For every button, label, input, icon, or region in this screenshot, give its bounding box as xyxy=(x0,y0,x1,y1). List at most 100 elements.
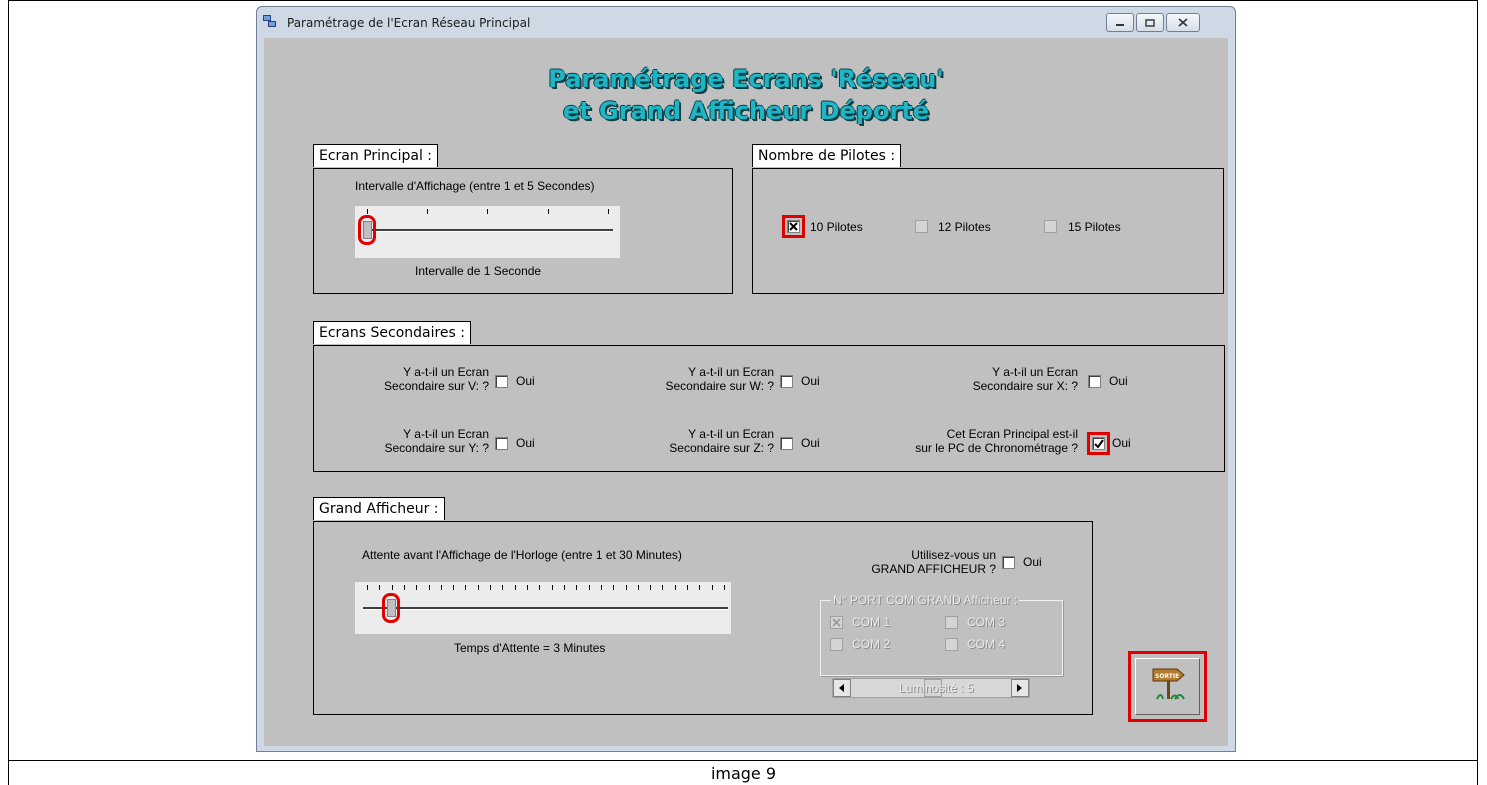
wait-tick xyxy=(588,585,590,590)
wait-tick xyxy=(699,585,701,590)
wait-tick xyxy=(563,585,565,590)
secondaire-y-checkbox[interactable] xyxy=(495,437,508,450)
com3-checkbox[interactable] xyxy=(945,616,958,629)
secondaire-y-oui: Oui xyxy=(516,436,535,450)
wait-tick xyxy=(379,585,381,590)
window-client: Paramétrage Ecrans 'Réseau' et Grand Aff… xyxy=(264,38,1228,746)
secondaire-x-checkbox[interactable] xyxy=(1088,375,1101,388)
com1-x-icon xyxy=(832,618,841,627)
wait-tick xyxy=(527,585,529,590)
secondaire-y-line1: Y a-t-il un Ecran xyxy=(403,427,489,441)
pilotes-title: Nombre de Pilotes : xyxy=(752,144,902,167)
pilotes-15-checkbox[interactable] xyxy=(1044,220,1057,233)
com1-label: COM 1 xyxy=(852,615,891,629)
maximize-icon xyxy=(1145,18,1155,27)
secondaires-title: Ecrans Secondaires : xyxy=(313,321,472,344)
wait-status: Temps d'Attente = 3 Minutes xyxy=(454,641,606,655)
grand-afficheur-title: Grand Afficheur : xyxy=(313,497,445,520)
page-title-line1: Paramétrage Ecrans 'Réseau' xyxy=(548,65,944,93)
secondaire-v-checkbox[interactable] xyxy=(495,375,508,388)
wait-tick xyxy=(600,585,602,590)
wait-tick xyxy=(490,585,492,590)
wait-tick xyxy=(650,585,652,590)
interval-slider[interactable] xyxy=(355,206,620,258)
secondaire-x-label: Y a-t-il un Ecran Secondaire sur X: ? xyxy=(894,365,1078,393)
chrono-pc-line1: Cet Ecran Principal est-il xyxy=(946,427,1078,441)
wait-tick xyxy=(428,585,430,590)
secondaire-x-line1: Y a-t-il un Ecran xyxy=(992,365,1078,379)
wait-tick xyxy=(514,585,516,590)
secondaire-w-checkbox[interactable] xyxy=(780,375,793,388)
pilotes-15-label: 15 Pilotes xyxy=(1068,220,1121,234)
secondaire-z-line2: Secondaire sur Z: ? xyxy=(669,441,774,455)
title-bar[interactable]: Paramétrage de l'Ecran Réseau Principal xyxy=(257,7,1235,37)
wait-thumb-highlight xyxy=(382,593,400,623)
brightness-scrollbar[interactable]: Luminosité : 5 xyxy=(832,678,1030,698)
ecran-principal-title: Ecran Principal : xyxy=(313,144,439,167)
wait-tick xyxy=(465,585,467,590)
settings-window: Paramétrage de l'Ecran Réseau Principal … xyxy=(256,6,1236,752)
secondaire-z-line1: Y a-t-il un Ecran xyxy=(688,427,774,441)
brightness-label: Luminosité : 5 xyxy=(899,681,974,695)
use-grand-line1: Utilisez-vous un xyxy=(911,548,996,562)
interval-tick xyxy=(427,209,428,214)
brightness-right-button[interactable] xyxy=(1011,679,1029,697)
wait-tick xyxy=(711,585,713,590)
use-grand-label: Utilisez-vous un GRAND AFFICHEUR ? xyxy=(824,548,996,576)
wait-tick xyxy=(637,585,639,590)
interval-tick xyxy=(367,209,368,214)
app-network-icon xyxy=(263,15,276,27)
wait-tick xyxy=(551,585,553,590)
use-grand-line2: GRAND AFFICHEUR ? xyxy=(871,562,996,576)
exit-button[interactable]: SORTIE xyxy=(1128,651,1207,722)
frame-left xyxy=(8,0,9,785)
secondaire-z-checkbox[interactable] xyxy=(780,437,793,450)
secondaire-v-label: Y a-t-il un Ecran Secondaire sur V: ? xyxy=(324,365,489,393)
interval-thumb-highlight xyxy=(358,215,376,245)
com4-label: COM 4 xyxy=(967,637,1006,651)
wait-label: Attente avant l'Affichage de l'Horloge (… xyxy=(362,548,682,562)
interval-track xyxy=(363,229,613,232)
wait-tick xyxy=(440,585,442,590)
wait-tick xyxy=(403,585,405,590)
maximize-button[interactable] xyxy=(1136,13,1164,32)
interval-tick xyxy=(548,209,549,214)
com-port-title: N° PORT COM GRAND Afficheur : xyxy=(831,593,1020,607)
wait-tick xyxy=(613,585,615,590)
minimize-button[interactable] xyxy=(1106,13,1134,32)
interval-tick xyxy=(487,209,488,214)
chrono-pc-oui: Oui xyxy=(1112,436,1131,450)
secondaire-w-label: Y a-t-il un Ecran Secondaire sur W: ? xyxy=(609,365,775,393)
wait-tick xyxy=(662,585,664,590)
arrow-right-icon xyxy=(1017,684,1022,692)
chrono-pc-line2: sur le PC de Chronométrage ? xyxy=(915,441,1078,455)
use-grand-checkbox[interactable] xyxy=(1002,556,1015,569)
exit-sign-label: SORTIE xyxy=(1155,673,1179,680)
wait-tick xyxy=(539,585,541,590)
chrono-pc-label: Cet Ecran Principal est-il sur le PC de … xyxy=(854,427,1078,455)
wait-track xyxy=(363,607,728,610)
wait-tick xyxy=(724,585,725,590)
secondaire-v-oui: Oui xyxy=(516,374,535,388)
arrow-left-icon xyxy=(839,684,844,692)
secondaire-y-line2: Secondaire sur Y: ? xyxy=(384,441,489,455)
secondaire-v-line1: Y a-t-il un Ecran xyxy=(403,365,489,379)
frame-right xyxy=(1477,0,1478,785)
wait-tick xyxy=(502,585,504,590)
chrono-pc-highlight xyxy=(1087,432,1110,455)
brightness-left-button[interactable] xyxy=(833,679,851,697)
wait-tick xyxy=(674,585,676,590)
close-button[interactable] xyxy=(1166,13,1200,32)
pilotes-12-label: 12 Pilotes xyxy=(938,220,991,234)
page-title-line2: et Grand Afficheur Déporté xyxy=(562,97,930,125)
com2-checkbox[interactable] xyxy=(830,638,843,651)
wait-tick xyxy=(477,585,479,590)
interval-label: Intervalle d'Affichage (entre 1 et 5 Sec… xyxy=(355,179,595,193)
wait-tick xyxy=(391,585,393,590)
wait-slider[interactable] xyxy=(355,582,731,634)
frame-top xyxy=(8,0,1478,1)
pilotes-10-highlight xyxy=(782,215,805,238)
frame-divider xyxy=(8,760,1478,761)
com4-checkbox[interactable] xyxy=(945,638,958,651)
pilotes-12-checkbox[interactable] xyxy=(915,220,928,233)
